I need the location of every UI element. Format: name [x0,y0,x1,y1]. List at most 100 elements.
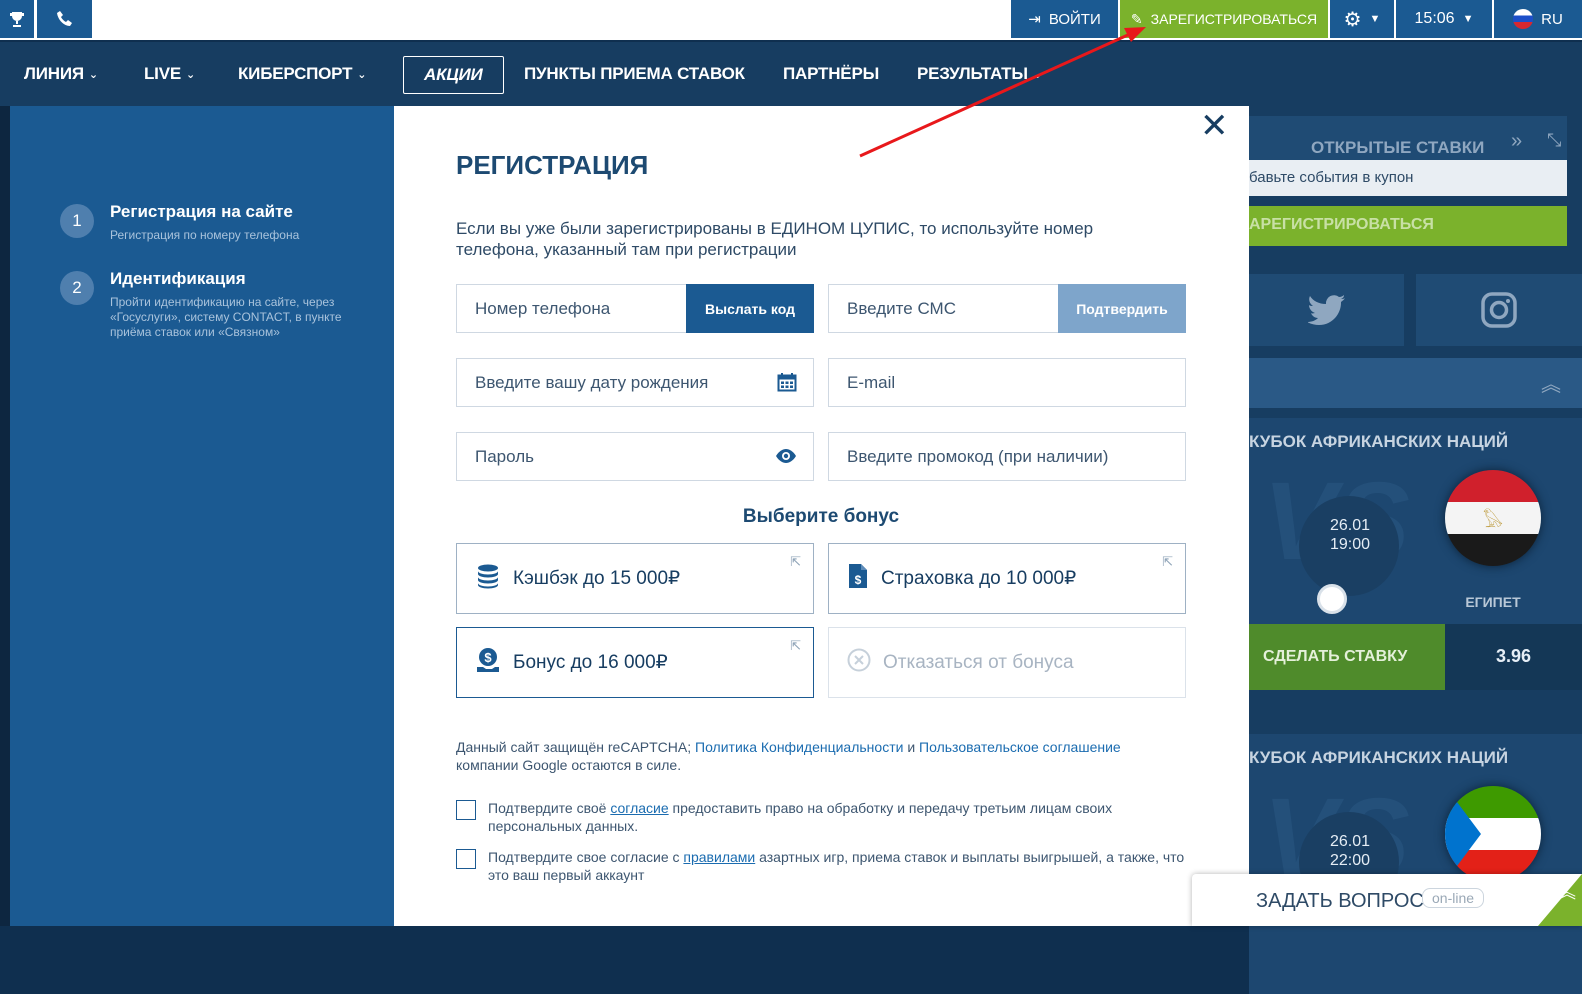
step-2: 2 Идентификация Пройти идентификацию на … [60,269,350,340]
password-field[interactable]: Пароль [456,432,814,481]
chevron-down-icon: ⌄ [88,68,98,81]
language-selector[interactable]: RU [1494,0,1582,38]
russia-flag-icon [1513,9,1534,29]
coupon-header: ОТКРЫТЫЕ СТАВКИ » ⤡ [1249,116,1567,166]
time-selector[interactable]: 15:06 ▼ [1396,0,1492,38]
match-card: КУБОК АФРИКАНСКИХ НАЦИЙ VS 26.01 19:00 𓅃… [1249,418,1582,690]
birthdate-field[interactable]: Введите вашу дату рождения [456,358,814,407]
privacy-policy-link[interactable]: Политика Конфиденциальности [695,739,903,755]
sidebar-register-button[interactable]: АРЕГИСТРИРОВАТЬСЯ [1249,206,1567,246]
step-title: Регистрация на сайте [110,202,293,221]
twitter-link[interactable] [1249,274,1404,346]
step-description: Регистрация по номеру телефона [110,228,300,242]
rules-link[interactable]: правилами [683,849,755,865]
login-button[interactable]: ⇥ ВОЙТИ [1011,0,1118,38]
nav-betting-points[interactable]: ПУНКТЫ ПРИЕМА СТАВОК [524,42,745,106]
step-number: 1 [60,204,94,238]
email-field[interactable]: E-mail [828,358,1186,407]
odds-value[interactable]: 3.96 [1445,624,1582,690]
trophy-icon[interactable] [0,0,34,38]
external-link-icon[interactable]: ⇱ [790,554,801,570]
rules-checkbox[interactable] [456,849,476,869]
football-icon [1317,584,1347,614]
external-link-icon[interactable]: ⇱ [1162,554,1173,570]
close-icon[interactable]: ✕ [1200,106,1229,146]
nav-esports[interactable]: КИБЕРСПОРТ ⌄ [238,42,367,106]
eye-icon[interactable] [775,446,797,471]
chevron-up-icon[interactable]: ︽ [1558,878,1576,904]
team-name: ЕГИПЕТ [1465,594,1521,610]
send-code-button[interactable]: Выслать код [686,284,814,333]
sms-placeholder: Введите СМС [847,298,956,318]
phone-placeholder: Номер телефона [475,298,611,318]
place-bet-button[interactable]: СДЕЛАТЬ СТАВКУ [1249,624,1445,690]
email-placeholder: E-mail [847,372,896,392]
collapse-icon[interactable]: ⤡ [1547,130,1561,151]
match-tournament: КУБОК АФРИКАНСКИХ НАЦИЙ [1249,748,1509,767]
bonus-label: Кэшбэк до 15 000₽ [513,568,681,589]
modal-title: РЕГИСТРАЦИЯ [456,150,649,180]
sms-code-field[interactable]: Введите СМС Подтвердить [828,284,1186,333]
double-chevron-right-icon[interactable]: » [1511,130,1522,153]
bonus-decline[interactable]: Отказаться от бонуса [828,627,1186,698]
consent-rules: Подтвердите свое согласие с правилами аз… [456,848,1186,884]
calendar-icon[interactable] [777,372,797,397]
instagram-link[interactable] [1416,274,1582,346]
nav-results[interactable]: РЕЗУЛЬТАТЫ ⌄ [917,42,1042,106]
chevron-down-icon: ▼ [1462,13,1474,25]
bonus-label: Отказаться от бонуса [883,651,1074,673]
twitter-icon [1307,295,1345,325]
match-time: 19:00 [1329,536,1371,553]
password-placeholder: Пароль [475,446,534,466]
gear-icon: ⚙ [1343,8,1362,31]
settings-button[interactable]: ⚙ ▼ [1330,0,1394,38]
match-card: КУБОК АФРИКАНСКИХ НАЦИЙ VS 26.01 22:00 [1249,734,1582,994]
register-button[interactable]: ✎ ЗАРЕГИСТРИРОВАТЬСЯ [1120,0,1328,38]
nav-liniya[interactable]: ЛИНИЯ ⌄ [24,42,98,106]
instagram-icon [1481,292,1517,328]
birthdate-placeholder: Введите вашу дату рождения [475,372,709,392]
rules-text: Подтвердите свое согласие с правилами аз… [488,849,1185,883]
match-tournament: КУБОК АФРИКАНСКИХ НАЦИЙ [1249,432,1509,451]
step-1: 1 Регистрация на сайте Регистрация по но… [60,202,350,243]
login-icon: ⇥ [1028,11,1041,28]
bonus-cashback[interactable]: Кэшбэк до 15 000₽ ⇱ [456,543,814,614]
consent-checkbox[interactable] [456,800,476,820]
chevron-up-icon[interactable]: ︽ [1541,368,1561,397]
online-badge: on-line [1422,888,1485,908]
bonus-label: Бонус до 16 000₽ [513,652,668,673]
chevron-down-icon: ⌄ [186,68,196,81]
ask-question-widget[interactable]: ЗАДАТЬ ВОПРОС on-line ︽ [1192,874,1582,926]
nav-live[interactable]: LIVE ⌄ [144,42,195,106]
consent-personal-data: Подтвердите своё согласие предоставить п… [456,799,1186,835]
confirm-button[interactable]: Подтвердить [1058,284,1186,333]
match-datetime: 26.01 22:00 [1309,832,1391,870]
registration-steps-panel: 1 Регистрация на сайте Регистрация по но… [10,106,394,926]
match-date: 26.01 [1329,517,1371,534]
match-date: 26.01 [1329,833,1371,850]
terms-of-service-link[interactable]: Пользовательское соглашение [919,739,1121,755]
promo-code-field[interactable]: Введите промокод (при наличии) [828,432,1186,481]
coins-icon [475,563,501,595]
open-bets-tab[interactable]: ОТКРЫТЫЕ СТАВКИ [1311,138,1484,158]
bonus-insurance[interactable]: $ Страховка до 10 000₽ ⇱ [828,543,1186,614]
document-money-icon: $ [847,563,869,595]
edit-icon: ✎ [1130,10,1143,27]
svg-text:$: $ [855,573,862,587]
bonus-deposit[interactable]: $ Бонус до 16 000₽ ⇱ [456,627,814,698]
phone-icon[interactable] [37,0,92,38]
promo-placeholder: Введите промокод (при наличии) [847,446,1109,466]
nav-partners[interactable]: ПАРТНЁРЫ [783,42,879,106]
egypt-flag-icon: 𓅃 [1445,470,1541,566]
phone-field[interactable]: Номер телефона Выслать код [456,284,814,333]
consent-link[interactable]: согласие [610,800,668,816]
chevron-down-icon: ⌄ [357,68,367,81]
nav-promotions[interactable]: АКЦИИ [403,56,504,94]
recaptcha-notice: Данный сайт защищён reCAPTCHA; Политика … [456,739,1121,773]
cancel-circle-icon [847,648,871,678]
coupon-sidebar: ОТКРЫТЫЕ СТАВКИ » ⤡ бавьте события в куп… [1249,106,1582,994]
bonus-heading: Выберите бонус [742,506,900,527]
ask-question-label: ЗАДАТЬ ВОПРОС [1256,890,1424,912]
left-edge [0,106,10,926]
external-link-icon[interactable]: ⇱ [790,638,801,654]
